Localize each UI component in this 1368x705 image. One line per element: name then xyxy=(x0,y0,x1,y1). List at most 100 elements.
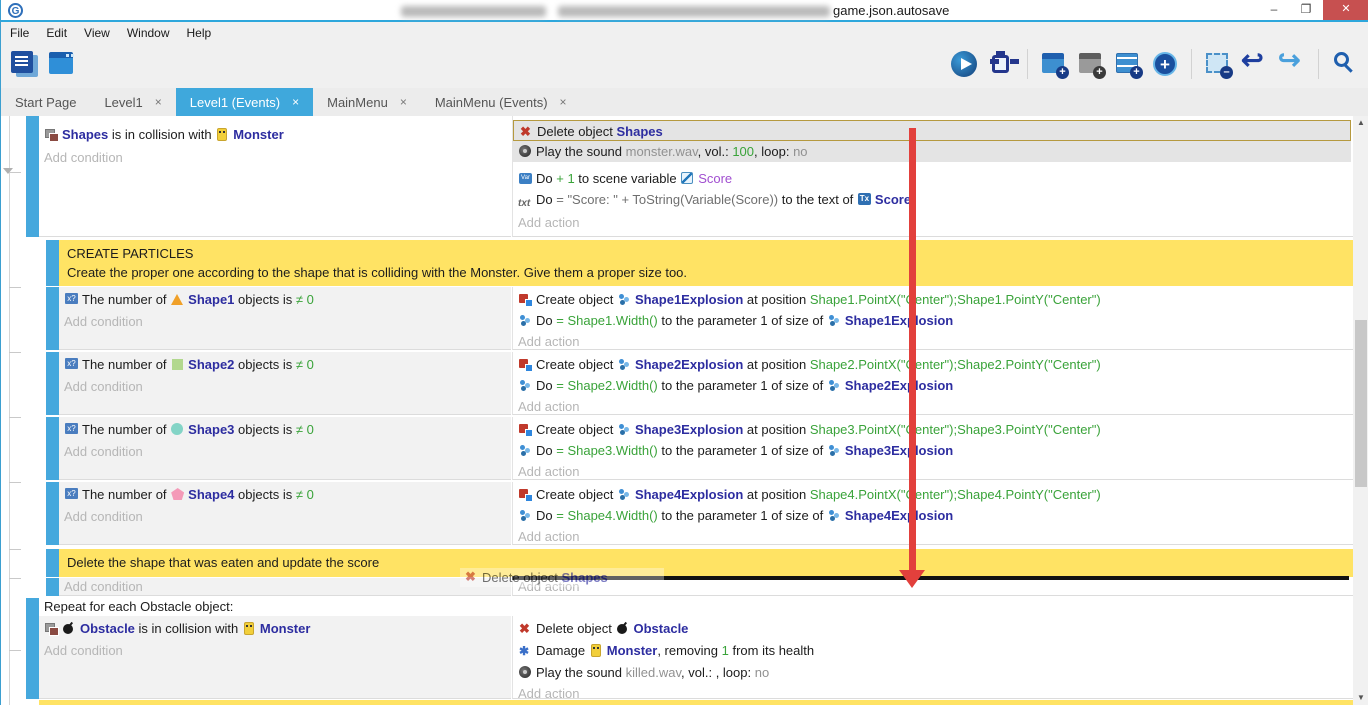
debug-icon[interactable] xyxy=(987,49,1015,79)
menu-file[interactable]: File xyxy=(10,26,29,40)
action-row[interactable]: Do = Shape2.Width() to the parameter 1 o… xyxy=(513,375,1351,396)
action-row[interactable]: Do = "Score: " + ToString(Variable(Score… xyxy=(513,189,1351,210)
event-bar[interactable] xyxy=(46,287,59,350)
sound-icon xyxy=(519,145,532,158)
action-row[interactable]: Create object Shape2Explosion at positio… xyxy=(513,354,1351,375)
menu-help[interactable]: Help xyxy=(187,26,212,40)
tab-close-icon[interactable]: × xyxy=(155,95,162,109)
scene-editor-icon[interactable] xyxy=(47,49,75,79)
clipped-comment-block[interactable] xyxy=(39,700,1353,705)
toolbar xyxy=(1,43,1368,88)
add-condition[interactable]: Add condition xyxy=(59,506,509,527)
add-condition[interactable]: Add condition xyxy=(59,311,509,332)
text-segment: Shape3 xyxy=(188,422,234,437)
blurred-title-text xyxy=(401,6,546,17)
condition-row[interactable]: Obstacle is in collision with Monster xyxy=(39,618,509,639)
add-comment-icon[interactable] xyxy=(1114,49,1142,79)
search-icon[interactable] xyxy=(1331,49,1359,79)
add-condition[interactable]: Add condition xyxy=(39,640,509,661)
action-row[interactable]: Damage Monster, removing 1 from its heal… xyxy=(513,640,1351,661)
event-bar[interactable] xyxy=(26,116,39,237)
action-row[interactable]: Play the sound monster.wav, vol.: 100, l… xyxy=(513,141,1351,162)
tab-close-icon[interactable]: × xyxy=(560,95,567,109)
condition-row[interactable]: The number of Shape3 objects is ≠ 0 xyxy=(59,419,509,440)
scroll-down-arrow[interactable]: ▼ xyxy=(1353,691,1368,705)
play-icon[interactable] xyxy=(950,49,978,79)
add-action[interactable]: Add action xyxy=(513,396,1351,417)
add-action[interactable]: Add action xyxy=(513,461,1351,482)
vertical-scrollbar[interactable]: ▲ ▼ xyxy=(1353,116,1368,705)
action-row[interactable]: Delete object Obstacle xyxy=(513,618,1351,639)
scroll-up-arrow[interactable]: ▲ xyxy=(1353,116,1368,130)
action-row[interactable]: Delete object Shapes xyxy=(513,120,1351,141)
menu-edit[interactable]: Edit xyxy=(46,26,67,40)
toolbar-right-group xyxy=(950,49,1359,79)
redo-icon[interactable] xyxy=(1278,49,1306,79)
tree-connector xyxy=(9,650,21,651)
tab-level1[interactable]: Level1× xyxy=(90,88,175,116)
text-segment: = Shape3.Width() xyxy=(556,443,658,458)
create-icon xyxy=(519,423,532,436)
add-action[interactable]: Add action xyxy=(513,331,1351,352)
menu-view[interactable]: View xyxy=(84,26,110,40)
text-segment: The number of xyxy=(82,292,170,307)
tab-start-page[interactable]: Start Page xyxy=(1,88,90,116)
drag-ghost: Delete object Shapes xyxy=(460,568,664,587)
add-action[interactable]: Add action xyxy=(513,526,1351,547)
tab-close-icon[interactable]: × xyxy=(292,95,299,109)
event-bar[interactable] xyxy=(26,598,39,699)
action-row[interactable]: Create object Shape1Explosion at positio… xyxy=(513,289,1351,310)
condition-row[interactable]: The number of Shape4 objects is ≠ 0 xyxy=(59,484,509,505)
add-action[interactable]: Add action xyxy=(513,212,1351,233)
action-row[interactable]: Create object Shape4Explosion at positio… xyxy=(513,484,1351,505)
minimize-button[interactable]: – xyxy=(1259,0,1289,20)
add-condition[interactable]: Add condition xyxy=(59,576,509,597)
add-circle-icon[interactable] xyxy=(1151,49,1179,79)
collapse-arrow-icon[interactable] xyxy=(3,168,13,174)
action-row[interactable]: Do = Shape3.Width() to the parameter 1 o… xyxy=(513,440,1351,461)
text-segment: to the parameter 1 of size of xyxy=(658,443,827,458)
add-event-icon[interactable] xyxy=(1040,49,1068,79)
text-segment: Shape1 xyxy=(188,292,234,307)
text-segment: Play the sound xyxy=(536,665,626,680)
comment-block[interactable]: Delete the shape that was eaten and upda… xyxy=(59,549,1353,577)
monster-icon xyxy=(243,622,256,635)
scrollbar-thumb[interactable] xyxy=(1355,320,1367,487)
menu-window[interactable]: Window xyxy=(127,26,170,40)
delete-icon xyxy=(519,622,532,635)
tab-level1-events-[interactable]: Level1 (Events)× xyxy=(176,88,313,116)
event-bar[interactable] xyxy=(46,240,59,286)
text-segment: Damage xyxy=(536,643,589,658)
comment-block[interactable]: CREATE PARTICLES Create the proper one a… xyxy=(59,240,1353,286)
obstacle-event-header[interactable]: Repeat for each Obstacle object: xyxy=(39,598,1353,616)
condition-row[interactable]: The number of Shape2 objects is ≠ 0 xyxy=(59,354,509,375)
text-segment: to the parameter 1 of size of xyxy=(658,313,827,328)
action-row[interactable]: Do + 1 to scene variable Score xyxy=(513,168,1351,189)
text-segment: at position xyxy=(743,487,810,502)
add-condition[interactable]: Add condition xyxy=(59,441,509,462)
condition-row[interactable]: The number of Shape1 objects is ≠ 0 xyxy=(59,289,509,310)
action-row[interactable]: Do = Shape1.Width() to the parameter 1 o… xyxy=(513,310,1351,331)
event-bar[interactable] xyxy=(46,549,59,577)
add-condition[interactable]: Add condition xyxy=(59,376,509,397)
close-button[interactable]: ✕ xyxy=(1323,0,1368,20)
text-segment: is in collision with xyxy=(135,621,242,636)
remove-event-icon[interactable] xyxy=(1204,49,1232,79)
event-bar[interactable] xyxy=(46,482,59,545)
action-row[interactable]: Do = Shape4.Width() to the parameter 1 o… xyxy=(513,505,1351,526)
restore-button[interactable]: ❐ xyxy=(1291,0,1321,20)
condition-row[interactable]: Shapes is in collision with Monster xyxy=(39,124,509,145)
add-condition[interactable]: Add condition xyxy=(39,147,509,168)
txt-icon xyxy=(519,193,532,206)
action-row[interactable]: Play the sound killed.wav, vol.: , loop:… xyxy=(513,662,1351,683)
undo-icon[interactable] xyxy=(1241,49,1269,79)
action-row[interactable]: Create object Shape3Explosion at positio… xyxy=(513,419,1351,440)
tab-mainmenu[interactable]: MainMenu× xyxy=(313,88,421,116)
add-subevent-icon[interactable] xyxy=(1077,49,1105,79)
tab-close-icon[interactable]: × xyxy=(400,95,407,109)
event-bar[interactable] xyxy=(46,578,59,596)
project-manager-icon[interactable] xyxy=(9,49,37,79)
event-bar[interactable] xyxy=(46,417,59,480)
event-bar[interactable] xyxy=(46,352,59,415)
tab-mainmenu-events-[interactable]: MainMenu (Events)× xyxy=(421,88,581,116)
